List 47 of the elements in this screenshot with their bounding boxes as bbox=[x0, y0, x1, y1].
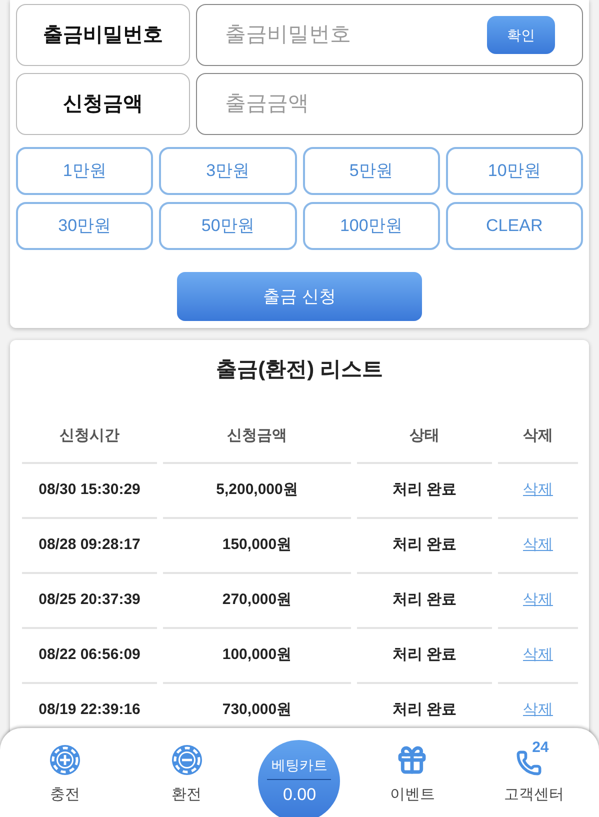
table-cell: 처리 완료 bbox=[357, 574, 492, 628]
table-cell: 처리 완료 bbox=[357, 628, 492, 684]
column-header: 상태 bbox=[357, 412, 492, 464]
table-cell: 처리 완료 bbox=[357, 464, 492, 518]
column-header: 신청금액 bbox=[163, 412, 351, 464]
input-field[interactable]: 출금금액 bbox=[196, 73, 583, 135]
delete-link[interactable]: 삭제 bbox=[523, 698, 553, 722]
table-cell: 150,000원 bbox=[163, 518, 351, 574]
amount-button[interactable]: 50만원 bbox=[159, 202, 296, 250]
amount-button[interactable]: 3만원 bbox=[159, 147, 296, 195]
delete-link[interactable]: 삭제 bbox=[523, 478, 553, 502]
list-title: 출금(환전) 리스트 bbox=[216, 357, 383, 383]
phone-icon bbox=[516, 750, 542, 776]
amount-button[interactable]: 30만원 bbox=[16, 202, 154, 250]
field-label: 출금비밀번호 bbox=[16, 4, 190, 66]
betting-cart-button[interactable]: 베팅카트 0.00 bbox=[258, 740, 340, 817]
delete-link[interactable]: 삭제 bbox=[523, 588, 553, 612]
nav-label: 충전 bbox=[50, 785, 80, 805]
delete-link[interactable]: 삭제 bbox=[523, 644, 553, 666]
nav-button[interactable]: 환전 bbox=[136, 744, 237, 806]
table-cell: 5,200,000원 bbox=[163, 464, 351, 518]
amount-button[interactable]: 5만원 bbox=[302, 147, 440, 195]
nav-button[interactable]: 이벤트 bbox=[362, 744, 462, 806]
submit-button[interactable]: 출금 신청 bbox=[177, 272, 422, 321]
minus-chip-icon bbox=[170, 744, 203, 776]
plus-chip-icon bbox=[48, 744, 81, 776]
amount-button[interactable]: CLEAR bbox=[446, 202, 583, 250]
gift-icon bbox=[396, 744, 428, 776]
field-label: 신청금액 bbox=[16, 73, 190, 135]
amount-button[interactable]: 10만원 bbox=[446, 147, 583, 195]
table-cell: 08/28 09:28:17 bbox=[22, 518, 157, 574]
table-cell: 08/25 20:37:39 bbox=[22, 574, 157, 628]
column-header: 삭제 bbox=[498, 412, 578, 464]
nav-label: 환전 bbox=[172, 785, 202, 805]
table-cell: 08/30 15:30:29 bbox=[22, 464, 157, 518]
nav-label: 고객센터 bbox=[504, 785, 564, 805]
nav-label: 이벤트 bbox=[390, 785, 435, 805]
column-header: 신청시간 bbox=[22, 412, 157, 464]
nav-button[interactable]: 충전 bbox=[14, 744, 115, 806]
table-cell: 08/22 06:56:09 bbox=[22, 628, 157, 684]
delete-link[interactable]: 삭제 bbox=[523, 534, 553, 556]
confirm-button[interactable]: 확인 bbox=[487, 16, 555, 54]
table-cell: 100,000원 bbox=[163, 628, 351, 684]
table-cell: 270,000원 bbox=[163, 574, 351, 628]
amount-button[interactable]: 1만원 bbox=[16, 147, 154, 195]
table-cell: 처리 완료 bbox=[357, 518, 492, 574]
amount-button[interactable]: 100만원 bbox=[302, 202, 440, 250]
